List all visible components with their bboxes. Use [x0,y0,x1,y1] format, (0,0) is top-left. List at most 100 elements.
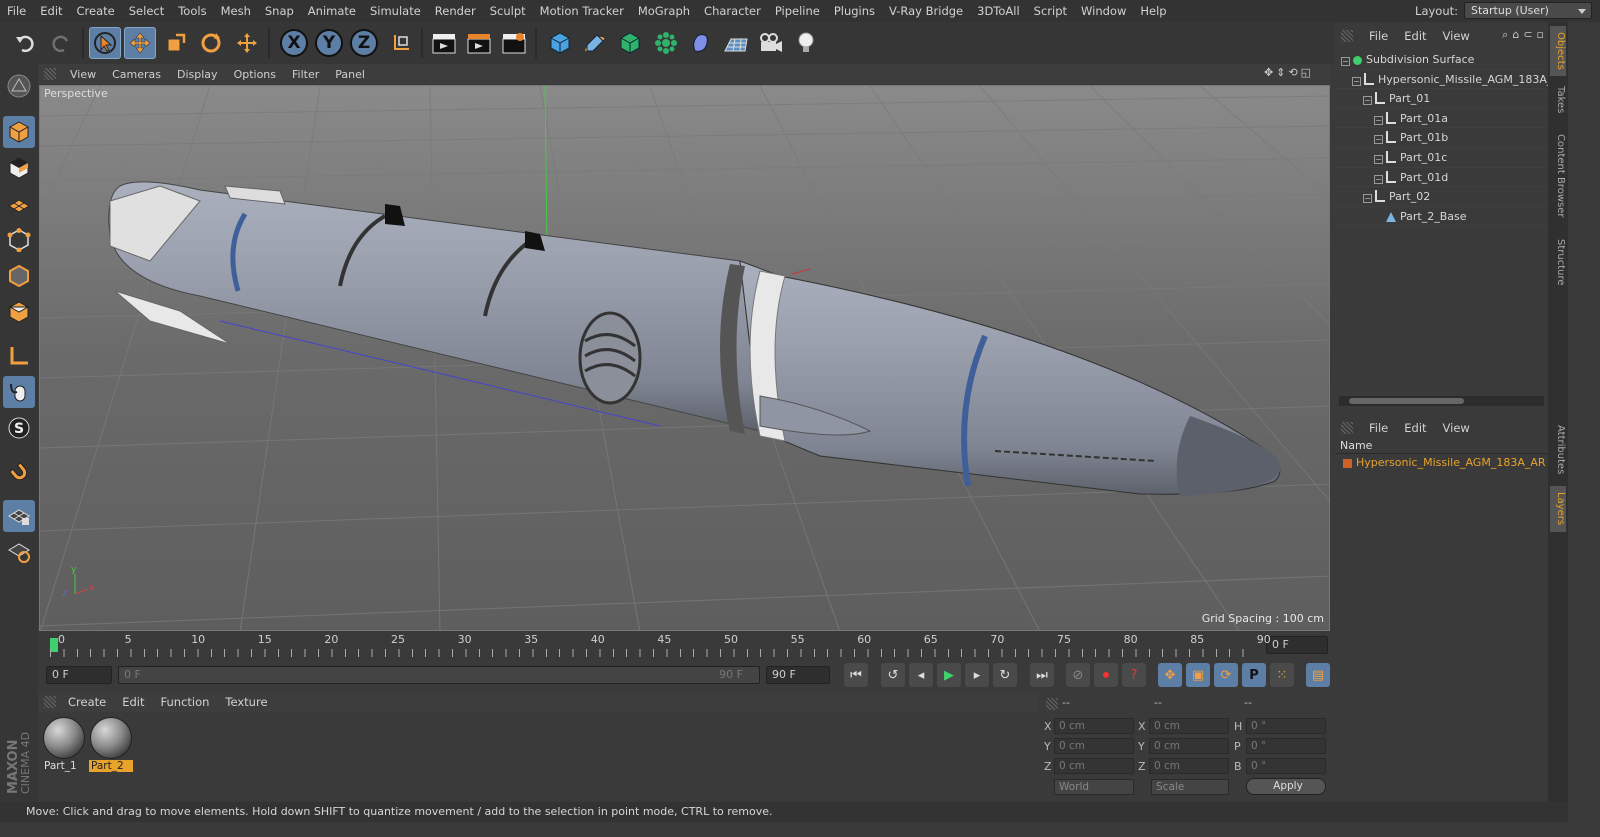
tab-layers[interactable]: Layers [1550,486,1566,532]
object-tree-row[interactable]: − Part_01b [1335,128,1548,148]
timeline-ruler[interactable]: 0 F 0 5 10 15 20 25 30 35 40 45 50 55 60 65 70 75 80 85 90 [38,632,1331,658]
layers-menu-view[interactable]: View [1435,421,1478,435]
expand-toggle-icon[interactable]: − [1374,154,1383,164]
menu-window[interactable]: Window [1074,0,1133,22]
menu-sculpt[interactable]: Sculpt [483,0,533,22]
object-tree-row[interactable]: − Part_01d [1335,168,1548,188]
material-menu-edit[interactable]: Edit [114,695,152,709]
workplane-lock-button[interactable] [3,500,35,532]
expand-toggle-icon[interactable]: − [1374,174,1383,184]
redo-button[interactable] [45,27,77,59]
size-y-field[interactable]: 0 cm [1149,738,1229,754]
layer-color-swatch[interactable] [1343,459,1352,468]
menu-select[interactable]: Select [122,0,171,22]
undo-button[interactable] [9,27,41,59]
orbit-icon[interactable]: ⟲ [1288,66,1297,79]
expand-toggle-icon[interactable]: − [1363,194,1372,204]
menu-script[interactable]: Script [1027,0,1074,22]
link-icon[interactable]: ⊂ [1523,28,1532,42]
menu-tools[interactable]: Tools [171,0,213,22]
objects-menu-file[interactable]: File [1361,29,1396,43]
next-key-button[interactable]: ↻ [993,663,1017,687]
expand-toggle-icon[interactable]: − [1352,76,1361,86]
viewport-menu-cameras[interactable]: Cameras [104,68,169,81]
layer-name-column[interactable]: Name [1335,438,1548,454]
expand-toggle-icon[interactable]: − [1363,96,1372,106]
workplane-align-button[interactable] [3,536,35,568]
menu-snap[interactable]: Snap [258,0,301,22]
key-position-button[interactable]: ✥ [1158,663,1182,687]
dolly-icon[interactable]: ⇕ [1276,66,1285,79]
menu-pipeline[interactable]: Pipeline [768,0,827,22]
key-pla-button[interactable]: ⁙ [1270,663,1294,687]
object-tree-row[interactable]: −Part_2_Base [1335,207,1548,227]
previous-frame-button[interactable]: ◂ [909,663,933,687]
add-subdivision-button[interactable] [614,27,646,59]
menu-animate[interactable]: Animate [301,0,363,22]
tab-objects[interactable]: Objects [1550,26,1566,76]
object-tree-row[interactable]: − Part_01a [1335,109,1548,129]
add-cloner-button[interactable] [650,27,682,59]
model-mode-button[interactable] [3,116,35,148]
menu-3dtoall[interactable]: 3DToAll [970,0,1027,22]
size-z-field[interactable]: 0 cm [1149,758,1229,774]
objects-menu-view[interactable]: View [1435,29,1478,43]
maximize-view-icon[interactable]: ◱ [1301,66,1311,79]
viewport-menu-filter[interactable]: Filter [284,68,327,81]
frame-range-slider[interactable]: 0 F 90 F [118,666,760,684]
new-window-icon[interactable]: ▫ [1537,28,1544,42]
object-tree-row[interactable]: − Part_01c [1335,148,1548,168]
object-tree-row[interactable]: − Part_01 [1335,89,1548,109]
edge-mode-button[interactable] [3,260,35,292]
magnet-button[interactable] [3,456,35,488]
render-to-picture-viewer-button[interactable] [463,27,495,59]
layer-row[interactable]: Hypersonic_Missile_AGM_183A_AR [1335,454,1548,472]
size-x-field[interactable]: 0 cm [1149,718,1229,734]
scale-tool-button[interactable] [160,27,192,59]
rotate-tool-button[interactable] [195,27,227,59]
material-part-2[interactable]: Part_2 [89,716,133,772]
apply-button[interactable]: Apply [1246,778,1326,795]
tab-content-browser[interactable]: Content Browser [1550,124,1566,228]
tab-takes[interactable]: Takes [1550,80,1566,120]
rot-b-field[interactable]: 0 ° [1246,758,1326,774]
object-tree-row[interactable]: − Subdivision Surface [1335,50,1548,70]
expand-toggle-icon[interactable]: − [1374,135,1383,145]
polygon-mode-button[interactable] [3,296,35,328]
menu-create[interactable]: Create [70,0,122,22]
add-light-button[interactable] [790,27,822,59]
menu-file[interactable]: File [0,0,33,22]
autokey-button[interactable]: ? [1122,663,1146,687]
expand-toggle-icon[interactable]: − [1341,57,1350,66]
menu-render[interactable]: Render [428,0,483,22]
move-tool-button[interactable] [124,27,156,59]
rot-h-field[interactable]: 0 ° [1246,718,1326,734]
objects-menu-edit[interactable]: Edit [1396,29,1434,43]
coordinate-space-dropdown[interactable]: World [1054,779,1134,795]
key-rotation-button[interactable]: ⟳ [1214,663,1238,687]
menu-mograph[interactable]: MoGraph [631,0,697,22]
material-menu-texture[interactable]: Texture [217,695,275,709]
expand-toggle-icon[interactable]: − [1374,115,1383,125]
start-frame-field[interactable]: 0 F [46,666,112,684]
layers-menu-edit[interactable]: Edit [1396,421,1434,435]
pos-x-field[interactable]: 0 cm [1054,718,1134,734]
transform-tool-button[interactable] [231,27,263,59]
menu-motion-tracker[interactable]: Motion Tracker [533,0,631,22]
menu-character[interactable]: Character [697,0,768,22]
render-view-button[interactable] [428,27,460,59]
next-frame-button[interactable]: ▸ [965,663,989,687]
object-tree-row[interactable]: − Part_02 [1335,187,1548,207]
viewport-menu-panel[interactable]: Panel [327,68,373,81]
material-part-1[interactable]: Part_1 [42,716,86,772]
end-frame-field[interactable]: 90 F [766,666,830,684]
menu-help[interactable]: Help [1133,0,1173,22]
viewport-menu-view[interactable]: View [62,68,104,81]
motion-path-button[interactable]: ⊘ [1066,663,1090,687]
menu-v-ray-bridge[interactable]: V-Ray Bridge [882,0,970,22]
record-keys-button[interactable]: ⏺ [1094,663,1118,687]
go-to-start-button[interactable]: ⏮ [844,663,868,687]
tweak-mode-button[interactable] [3,376,35,408]
add-camera-button[interactable] [755,27,787,59]
size-mode-dropdown[interactable]: Scale [1151,779,1229,795]
